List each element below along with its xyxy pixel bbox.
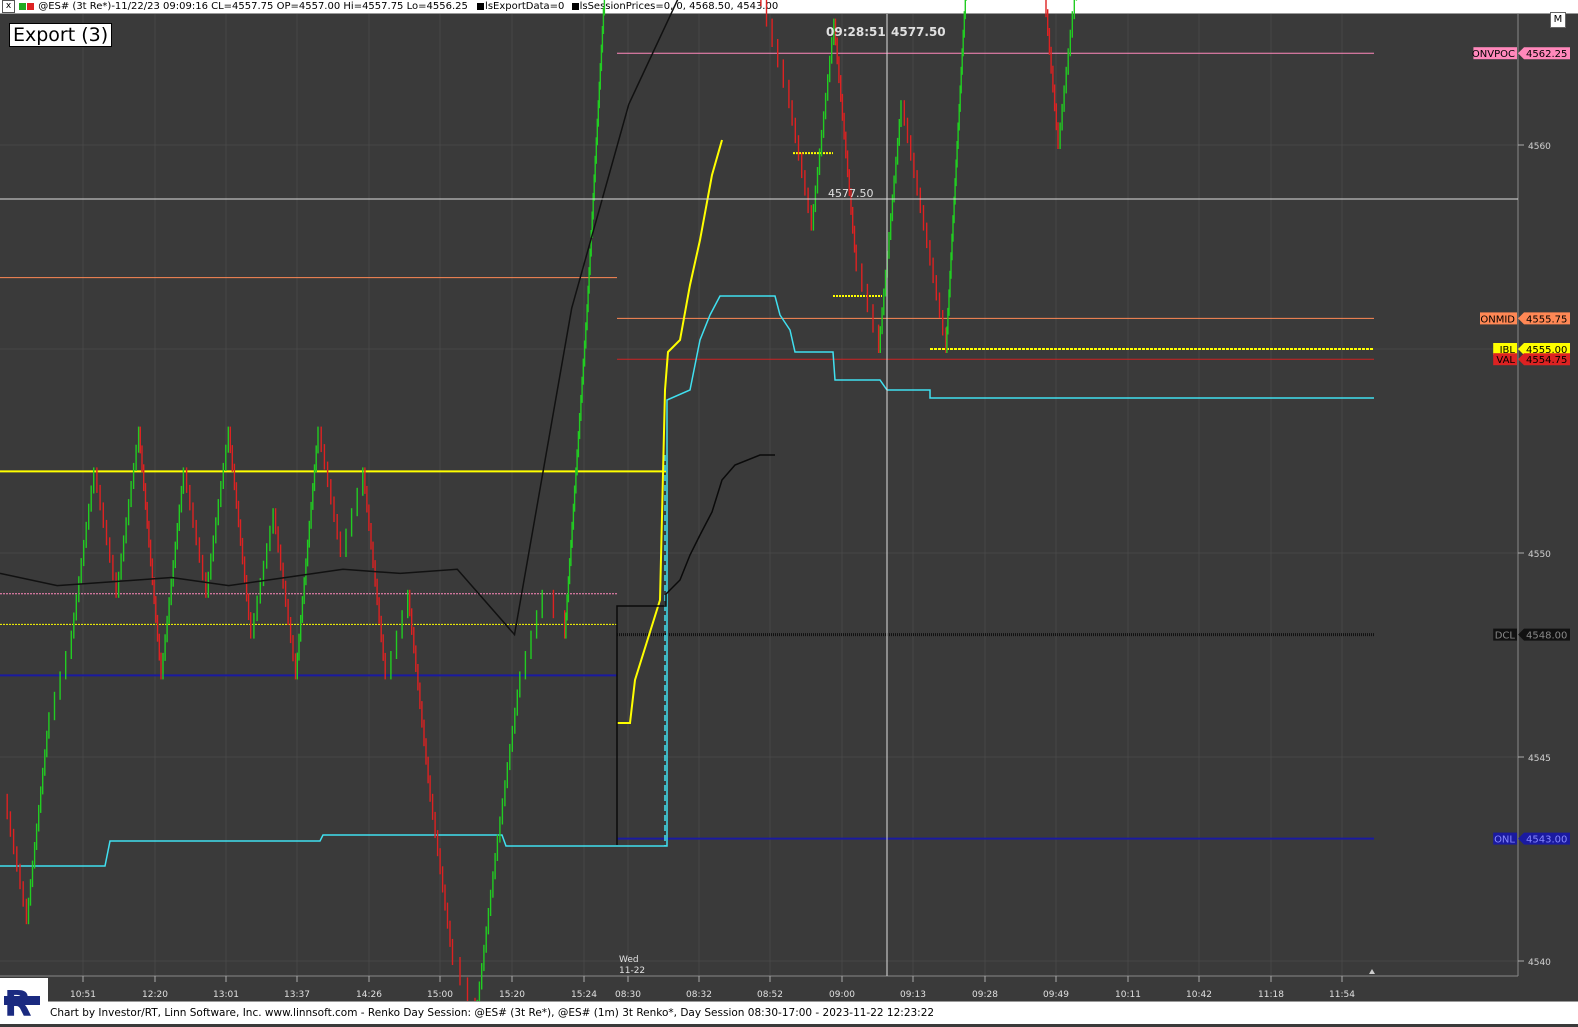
level-value: 4548.00 — [1526, 631, 1567, 642]
session-date: 11-22 — [619, 966, 645, 976]
export-label: Export (3) — [9, 23, 113, 47]
y-tick-label: 4540 — [1528, 958, 1551, 968]
y-tick-label: 4545 — [1528, 754, 1551, 764]
level-name: ONVPOC — [1472, 49, 1515, 60]
level-label: ONL 4543.00 — [1493, 832, 1570, 846]
crosshair-price: 4577.50 — [891, 25, 946, 39]
x-tick-label: 10:42 — [1186, 990, 1212, 1000]
x-tick-label: 13:01 — [213, 990, 239, 1000]
level-name: ONL — [1494, 835, 1515, 846]
price-chart[interactable]: 10:51 12:20 13:01 13:37 14:26 15:00 15:20 15:24… — [0, 0, 1578, 1023]
level-name: VAL — [1496, 355, 1515, 366]
x-tick-label: 12:20 — [142, 990, 168, 1000]
level-value: 4543.00 — [1526, 835, 1567, 846]
footer-text: Chart by Investor/RT, Linn Software, Inc… — [50, 1007, 935, 1019]
x-tick-label: 10:51 — [70, 990, 96, 1000]
x-tick-label: 08:52 — [757, 990, 783, 1000]
level-name: DCL — [1495, 631, 1516, 642]
x-tick-label: 11:18 — [1258, 990, 1284, 1000]
x-tick-label: 09:00 — [829, 990, 855, 1000]
footer-bar: Chart by Investor/RT, Linn Software, Inc… — [0, 1001, 1578, 1024]
x-tick-label: 09:28 — [972, 990, 998, 1000]
x-tick-label: 15:20 — [499, 990, 525, 1000]
x-tick-label: 09:49 — [1043, 990, 1069, 1000]
investor-rt-logo: R — [0, 978, 48, 1025]
session-day: Wed — [619, 955, 639, 965]
level-value: 4562.25 — [1526, 49, 1567, 60]
x-tick-label: 10:11 — [1115, 990, 1141, 1000]
x-tick-label: 09:13 — [900, 990, 926, 1000]
x-tick-label: 15:24 — [571, 990, 597, 1000]
x-tick-label: 08:30 — [615, 990, 641, 1000]
level-label: ONMID 4555.75 — [1480, 312, 1570, 325]
level-value: 4555.75 — [1526, 314, 1567, 325]
x-tick-label: 15:00 — [427, 990, 453, 1000]
level-label: DCL 4548.00 — [1493, 628, 1570, 642]
crosshair-time: 09:28:51 — [826, 25, 886, 39]
level-value: 4554.75 — [1526, 355, 1567, 366]
x-tick-label: 13:37 — [284, 990, 310, 1000]
y-tick-label: 4560 — [1528, 142, 1551, 152]
menu-button[interactable]: M — [1550, 12, 1566, 28]
crosshair-line-label: 4577.50 — [828, 187, 874, 200]
level-name: ONMID — [1480, 314, 1515, 325]
x-tick-label: 11:54 — [1329, 990, 1355, 1000]
x-tick-label: 08:32 — [686, 990, 712, 1000]
x-tick-label: 14:26 — [356, 990, 382, 1000]
y-tick-label: 4550 — [1528, 550, 1551, 560]
level-label: VAL 4554.75 — [1493, 353, 1570, 366]
